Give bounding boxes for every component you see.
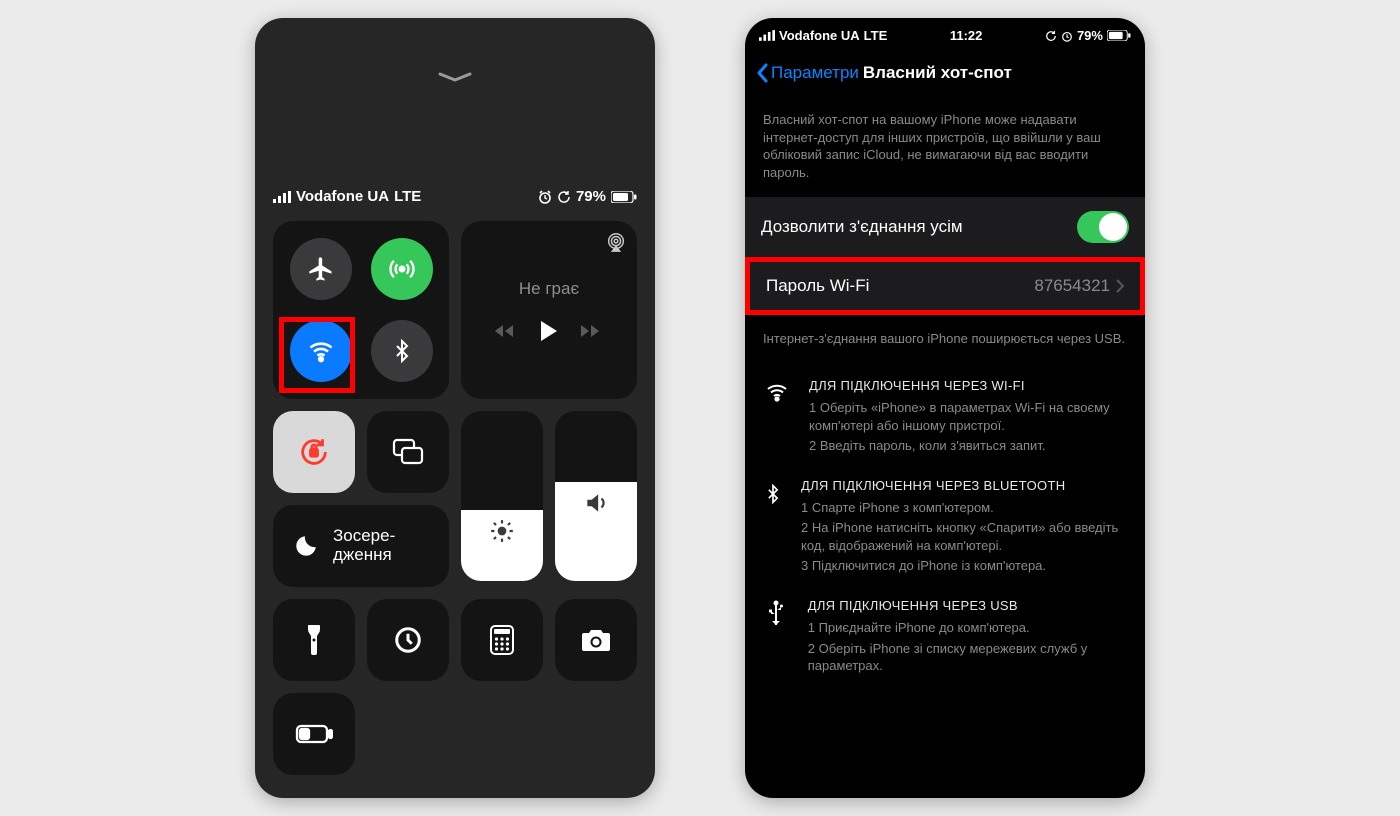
rotation-lock-tile[interactable]: [273, 411, 355, 493]
prev-track-button[interactable]: [495, 323, 517, 339]
password-highlight-box: Пароль Wi-Fi 87654321: [745, 257, 1145, 315]
media-tile[interactable]: Не грає: [461, 221, 637, 399]
bluetooth-button[interactable]: [371, 320, 433, 382]
airplane-mode-button[interactable]: [290, 238, 352, 300]
clock: 11:22: [950, 28, 983, 43]
rotation-lock-icon: [297, 435, 331, 469]
battery-icon: [1107, 30, 1131, 41]
brightness-slider[interactable]: [461, 411, 543, 581]
chevron-right-icon: [1116, 279, 1124, 293]
calculator-icon: [490, 625, 514, 655]
focus-label: Зосере- дження: [333, 527, 395, 564]
bt-inst-line: 2 На iPhone натисніть кнопку «Спарити» а…: [801, 519, 1127, 554]
status-bar: Vodafone UA LTE 79%: [273, 18, 637, 221]
flashlight-tile[interactable]: [273, 599, 355, 681]
usb-instructions: ДЛЯ ПІДКЛЮЧЕННЯ ЧЕРЕЗ USB 1 Приєднайте i…: [745, 588, 1145, 688]
cellular-data-button[interactable]: [371, 238, 433, 300]
rotation-lock-icon: [557, 190, 571, 204]
bluetooth-icon: [763, 480, 783, 508]
airplane-icon: [307, 255, 335, 283]
volume-slider[interactable]: [555, 411, 637, 581]
page-title: Власний хот-спот: [863, 63, 1012, 83]
bluetooth-instructions: ДЛЯ ПІДКЛЮЧЕННЯ ЧЕРЕЗ BLUETOOTH 1 Спарте…: [745, 468, 1145, 588]
usb-inst-line: 1 Приєднайте iPhone до комп'ютера.: [808, 619, 1127, 637]
usb-icon: [766, 600, 786, 630]
wifi-password-value: 87654321: [1034, 276, 1110, 296]
next-icon: [581, 323, 603, 339]
usb-note: Інтернет-з'єднання вашого iPhone поширює…: [745, 321, 1145, 368]
bt-inst-line: 1 Спарте iPhone з комп'ютером.: [801, 499, 1127, 517]
alarm-icon: [538, 190, 552, 204]
rotation-lock-icon: [1045, 30, 1057, 42]
signal-icon: [759, 30, 775, 41]
next-track-button[interactable]: [581, 323, 603, 339]
hotspot-description: Власний хот-спот на вашому iPhone може н…: [745, 95, 1145, 191]
play-button[interactable]: [541, 321, 557, 341]
battery-pct: 79%: [1077, 28, 1103, 43]
allow-others-row[interactable]: Дозволити з'єднання усім: [745, 197, 1145, 257]
camera-tile[interactable]: [555, 599, 637, 681]
wifi-icon: [763, 380, 791, 404]
airplay-button[interactable]: [605, 231, 627, 253]
back-button[interactable]: Параметри: [755, 63, 859, 83]
timer-tile[interactable]: [367, 599, 449, 681]
allow-others-label: Дозволити з'єднання усім: [761, 217, 963, 237]
grabber-icon: [438, 72, 472, 82]
battery-pct: 79%: [576, 188, 606, 205]
nav-bar: Параметри Власний хот-спот: [745, 43, 1145, 95]
volume-icon: [583, 490, 609, 516]
calculator-tile[interactable]: [461, 599, 543, 681]
airplay-icon: [605, 231, 627, 253]
wifi-highlight-box: [279, 317, 355, 393]
alarm-icon: [1061, 30, 1073, 42]
carrier-label: Vodafone UA: [779, 28, 860, 43]
signal-icon: [273, 191, 291, 203]
screen-mirroring-icon: [391, 437, 425, 467]
focus-tile[interactable]: Зосере- дження: [273, 505, 449, 587]
bt-inst-line: 3 Підключитися до iPhone із комп'ютера.: [801, 557, 1127, 575]
status-bar: Vodafone UA LTE 11:22 79%: [745, 18, 1145, 43]
chevron-left-icon: [755, 63, 769, 83]
hotspot-settings-screenshot: Vodafone UA LTE 11:22 79% Параметри Влас…: [745, 18, 1145, 798]
control-center-screenshot: Vodafone UA LTE 79%: [255, 18, 655, 798]
usb-inst-line: 2 Оберіть iPhone зі списку мережевих слу…: [808, 640, 1127, 675]
moon-icon: [293, 533, 319, 559]
play-icon: [541, 321, 557, 341]
network-label: LTE: [864, 28, 888, 43]
timer-icon: [393, 625, 423, 655]
battery-icon: [611, 191, 637, 203]
connectivity-tile[interactable]: [273, 221, 449, 399]
battery-low-icon: [295, 724, 333, 744]
wifi-inst-heading: ДЛЯ ПІДКЛЮЧЕННЯ ЧЕРЕЗ WI-FI: [809, 378, 1127, 393]
prev-icon: [495, 323, 517, 339]
bt-inst-heading: ДЛЯ ПІДКЛЮЧЕННЯ ЧЕРЕЗ BLUETOOTH: [801, 478, 1127, 493]
wifi-password-row[interactable]: Пароль Wi-Fi 87654321: [750, 262, 1140, 310]
wifi-inst-line: 2 Введіть пароль, коли з'явиться запит.: [809, 437, 1127, 455]
screen-mirroring-tile[interactable]: [367, 411, 449, 493]
allow-others-toggle[interactable]: [1077, 211, 1129, 243]
wifi-instructions: ДЛЯ ПІДКЛЮЧЕННЯ ЧЕРЕЗ WI-FI 1 Оберіть «i…: [745, 368, 1145, 468]
cellular-antenna-icon: [388, 255, 416, 283]
low-power-tile[interactable]: [273, 693, 355, 775]
wifi-inst-line: 1 Оберіть «iPhone» в параметрах Wi-Fi на…: [809, 399, 1127, 434]
usb-inst-heading: ДЛЯ ПІДКЛЮЧЕННЯ ЧЕРЕЗ USB: [808, 598, 1127, 613]
brightness-icon: [489, 518, 515, 544]
network-label: LTE: [394, 188, 421, 205]
carrier-label: Vodafone UA: [296, 188, 389, 205]
camera-icon: [580, 627, 612, 653]
flashlight-icon: [304, 624, 324, 656]
wifi-password-label: Пароль Wi-Fi: [766, 276, 869, 296]
media-title: Не грає: [519, 279, 579, 299]
back-label: Параметри: [771, 63, 859, 83]
bluetooth-icon: [390, 339, 414, 363]
